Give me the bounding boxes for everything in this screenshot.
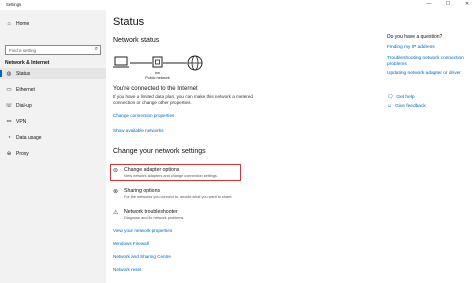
search-placeholder: Find a setting — [9, 48, 37, 53]
sidebar-item-label: Dial-up — [16, 102, 32, 109]
sidebar-item-label: Status — [16, 70, 31, 77]
option-title: Change adapter options — [124, 167, 180, 173]
option-title: Network troubleshooter — [124, 209, 178, 215]
change-connection-properties-link[interactable]: Change connection properties — [113, 113, 174, 118]
help-icon: 🗨 — [387, 94, 394, 100]
sharing-icon: ⊗ — [113, 189, 119, 195]
main-content: Status Network status nw Public network … — [106, 10, 474, 283]
laptop-icon — [113, 56, 129, 68]
sidebar-item-data-usage[interactable]: ◔ Data usage — [0, 132, 106, 143]
search-input[interactable]: Find a setting ⌕ — [5, 45, 101, 55]
windows-firewall-link[interactable]: Windows Firewall — [113, 241, 149, 246]
window-controls: — ☐ ✕ — [424, 1, 472, 7]
give-feedback-label: Give feedback — [395, 103, 426, 109]
sidebar-item-home[interactable]: ⌂ Home — [0, 18, 106, 29]
title-bar: Settings — ☐ ✕ — [0, 0, 474, 10]
sidebar-item-label: Ethernet — [16, 86, 35, 93]
vpn-icon: ⚯ — [6, 118, 12, 125]
sidebar-item-proxy[interactable]: ⊕ Proxy — [0, 148, 106, 159]
page-title: Status — [113, 16, 145, 28]
proxy-icon: ⊕ — [6, 150, 12, 157]
connected-heading: You're connected to the Internet — [113, 86, 198, 92]
give-feedback-link[interactable]: ☺ Give feedback — [387, 103, 426, 109]
network-sharing-centre-link[interactable]: Network and Sharing Centre — [113, 254, 171, 259]
globe-icon — [187, 55, 203, 71]
sidebar-item-dial-up[interactable]: ☏ Dial-up — [0, 100, 106, 111]
ethernet-port-icon — [152, 56, 163, 68]
option-description: For the networks you connect to, decide … — [124, 195, 233, 199]
help-link-updating-adapter[interactable]: Updating network adapter or driver — [387, 71, 461, 76]
view-network-properties-link[interactable]: View your network properties — [113, 228, 172, 233]
globe-icon: ◍ — [6, 70, 12, 77]
feedback-icon: ☺ — [387, 103, 393, 109]
sidebar-item-label: Home — [16, 20, 30, 27]
help-link-troubleshooting[interactable]: Troubleshooting network connection probl… — [387, 56, 467, 67]
sidebar-item-vpn[interactable]: ⚯ VPN — [0, 116, 106, 127]
option-description: Diagnose and fix network problems. — [124, 216, 185, 220]
option-description: View network adapters and change connect… — [124, 174, 218, 178]
sidebar-item-status[interactable]: ◍ Status — [0, 68, 106, 79]
sidebar-item-label: VPN — [16, 118, 27, 125]
window-title: Settings — [6, 2, 22, 7]
get-help-link[interactable]: 🗨 Get help — [387, 94, 415, 100]
diagram-label-nw: nw — [155, 71, 160, 75]
change-settings-heading: Change your network settings — [113, 148, 206, 155]
adapter-icon: ⊜ — [113, 168, 119, 174]
question-heading: Do you have a question? — [387, 34, 443, 40]
close-button[interactable]: ✕ — [462, 1, 472, 7]
get-help-label: Get help — [396, 94, 415, 100]
show-available-networks-link[interactable]: Show available networks — [113, 128, 164, 133]
option-title: Sharing options — [124, 188, 161, 194]
home-icon: ⌂ — [7, 20, 11, 27]
connected-description: If you have a limited data plan, you can… — [113, 94, 253, 105]
warning-icon: ⚠ — [113, 210, 119, 216]
minimize-button[interactable]: — — [424, 1, 434, 7]
sidebar: ⌂ Home Find a setting ⌕ Network & Intern… — [0, 10, 106, 283]
sidebar-item-label: Proxy — [16, 150, 29, 157]
sidebar-section-title: Network & Internet — [5, 60, 50, 66]
network-reset-link[interactable]: Network reset — [113, 267, 141, 272]
network-diagram: nw Public network — [113, 55, 203, 80]
sidebar-item-label: Data usage — [16, 134, 42, 141]
ethernet-icon: ▭ — [6, 86, 12, 93]
help-link-ip-address[interactable]: Finding my IP address — [387, 45, 435, 50]
sidebar-item-ethernet[interactable]: ▭ Ethernet — [0, 84, 106, 95]
diagram-label-public: Public network — [145, 76, 170, 80]
phone-icon: ☏ — [5, 102, 13, 109]
maximize-button[interactable]: ☐ — [443, 1, 453, 7]
search-icon: ⌕ — [94, 46, 98, 52]
data-usage-icon: ◔ — [7, 134, 11, 141]
network-status-heading: Network status — [113, 37, 160, 44]
